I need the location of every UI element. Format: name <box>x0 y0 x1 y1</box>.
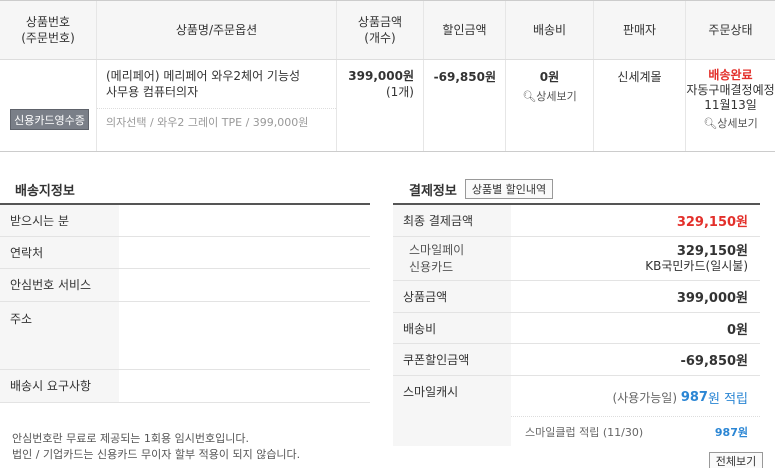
credit-card-label: 신용카드 <box>409 259 454 274</box>
shipping-fee-label: 배송비 <box>393 313 511 343</box>
shipping-detail-link[interactable]: 🔍︎상세보기 <box>506 88 593 104</box>
request-label: 배송시 요구사항 <box>0 370 119 402</box>
cell-status: 배송완료 자동구매결정예정 11월13일 🔍︎상세보기 <box>685 60 775 151</box>
smile-club-value: 987원 <box>714 425 748 439</box>
order-table-header: 상품번호 (주문번호) 상품명/주문옵션 상품금액 (개수) 할인금액 배송비 … <box>0 1 775 60</box>
shipping-row-address: 주소 <box>0 302 370 370</box>
shipping-fee-value: 0원 <box>726 322 748 338</box>
cash-amount: 987 <box>680 389 708 405</box>
cell-product-name: (메리페어) 메리페어 와우2체어 기능성 사무용 컴퓨터의자 의자선택 / 와… <box>96 60 336 151</box>
card-name: KB국민카드(일시불) <box>645 258 748 273</box>
discount-amount: -69,850원 <box>433 70 496 84</box>
smile-cash-label: 스마일캐시 <box>393 376 511 446</box>
magnifier-icon: 🔍︎ <box>522 90 537 103</box>
shipping-info-title: 배송지정보 <box>15 184 75 199</box>
contact-value <box>119 237 370 268</box>
request-value <box>119 370 370 402</box>
product-amount-value: 399,000원 <box>676 291 748 306</box>
shipping-notes: 안심번호란 무료로 제공되는 1회용 임시번호입니다. 법인 / 기업카드는 신… <box>12 432 301 461</box>
shipping-info-table: 받으시는 분 연락처 안심번호 서비스 주소 배송시 요구사항 <box>0 203 370 403</box>
recipient-value <box>119 205 370 236</box>
address-value <box>119 302 370 369</box>
payment-row-shipping: 배송비 0원 <box>393 313 760 344</box>
shipping-row-safe-number: 안심번호 서비스 <box>0 269 370 302</box>
payment-row-product-amount: 상품금액 399,000원 <box>393 281 760 313</box>
shipping-row-contact: 연락처 <box>0 237 370 269</box>
final-amount-value: 329,150원 <box>676 215 748 230</box>
order-table: 상품번호 (주문번호) 상품명/주문옵션 상품금액 (개수) 할인금액 배송비 … <box>0 0 775 152</box>
smilepay-label: 스마일페이 <box>409 242 465 257</box>
table-row: 신용카드영수증 (메리페어) 메리페어 와우2체어 기능성 사무용 컴퓨터의자 … <box>0 60 775 152</box>
header-price: 상품금액 (개수) <box>336 1 423 59</box>
cell-seller: 신세계몰 <box>593 60 685 151</box>
product-name-link[interactable]: (메리페어) 메리페어 와우2체어 기능성 사무용 컴퓨터의자 <box>106 68 311 100</box>
seller-name: 신세계몰 <box>617 70 662 84</box>
header-status: 주문상태 <box>685 1 775 59</box>
view-all-button[interactable]: 전체보기 <box>709 452 763 468</box>
header-seller: 판매자 <box>593 1 685 59</box>
safe-number-value <box>119 269 370 301</box>
discount-details-button[interactable]: 상품별 할인내역 <box>465 179 553 199</box>
auto-confirm-date: 자동구매결정예정 11월13일 <box>686 83 775 112</box>
status-detail-label: 상세보기 <box>717 117 758 130</box>
payment-row-coupon: 쿠폰할인금액 -69,850원 <box>393 344 760 376</box>
shipping-detail-label: 상세보기 <box>536 90 577 103</box>
payment-row-final: 최종 결제금액 329,150원 <box>393 205 760 237</box>
product-option: 의자선택 / 와우2 그레이 TPE / 399,000원 <box>97 108 336 151</box>
cell-price: 399,000원 (1개) <box>336 60 423 151</box>
cell-discount: -69,850원 <box>423 60 505 151</box>
header-discount: 할인금액 <box>423 1 505 59</box>
address-label: 주소 <box>0 302 119 369</box>
product-price: 399,000원 <box>348 69 414 83</box>
cell-product-number: 신용카드영수증 <box>0 60 96 151</box>
magnifier-icon: 🔍︎ <box>703 117 718 130</box>
status-badge: 배송완료 <box>708 68 753 82</box>
product-quantity: (1개) <box>385 85 414 99</box>
header-shipping: 배송비 <box>505 1 593 59</box>
shipping-row-recipient: 받으시는 분 <box>0 205 370 237</box>
coupon-discount-label: 쿠폰할인금액 <box>393 344 511 375</box>
safe-number-label: 안심번호 서비스 <box>0 269 119 301</box>
payment-row-method: 스마일페이 신용카드 329,150원 KB국민카드(일시불) <box>393 237 760 281</box>
cell-shipping: 0원 🔍︎상세보기 <box>505 60 593 151</box>
payment-method-values: 329,150원 KB국민카드(일시불) <box>511 237 760 280</box>
credit-card-receipt-button[interactable]: 신용카드영수증 <box>10 109 89 130</box>
status-detail-link[interactable]: 🔍︎상세보기 <box>686 116 775 131</box>
header-product-name: 상품명/주문옵션 <box>96 1 336 59</box>
cash-suffix: 원 적립 <box>707 391 748 407</box>
contact-label: 연락처 <box>0 237 119 268</box>
final-amount-label: 최종 결제금액 <box>393 205 511 236</box>
shipping-fee: 0원 <box>539 70 560 84</box>
method-amount: 329,150원 <box>676 243 748 259</box>
coupon-discount-value: -69,850원 <box>680 354 748 369</box>
payment-info-title: 결제정보 <box>409 184 457 199</box>
recipient-label: 받으시는 분 <box>0 205 119 236</box>
header-product-number: 상품번호 (주문번호) <box>21 15 75 45</box>
product-amount-label: 상품금액 <box>393 281 511 312</box>
payment-row-smile-cash: 스마일캐시 (사용가능일) 987 원 적립 스마일클럽 적립 (11/30) 9… <box>393 376 760 446</box>
payment-info-table: 최종 결제금액 329,150원 스마일페이 신용카드 329,150원 KB국… <box>393 203 760 446</box>
smile-club-label: 스마일클럽 적립 (11/30) <box>525 425 644 439</box>
smile-cash-values: (사용가능일) 987 원 적립 스마일클럽 적립 (11/30) 987원 <box>511 376 760 446</box>
cash-available-prefix: (사용가능일) <box>612 390 678 405</box>
payment-method-labels: 스마일페이 신용카드 <box>393 237 511 280</box>
shipping-row-request: 배송시 요구사항 <box>0 370 370 403</box>
